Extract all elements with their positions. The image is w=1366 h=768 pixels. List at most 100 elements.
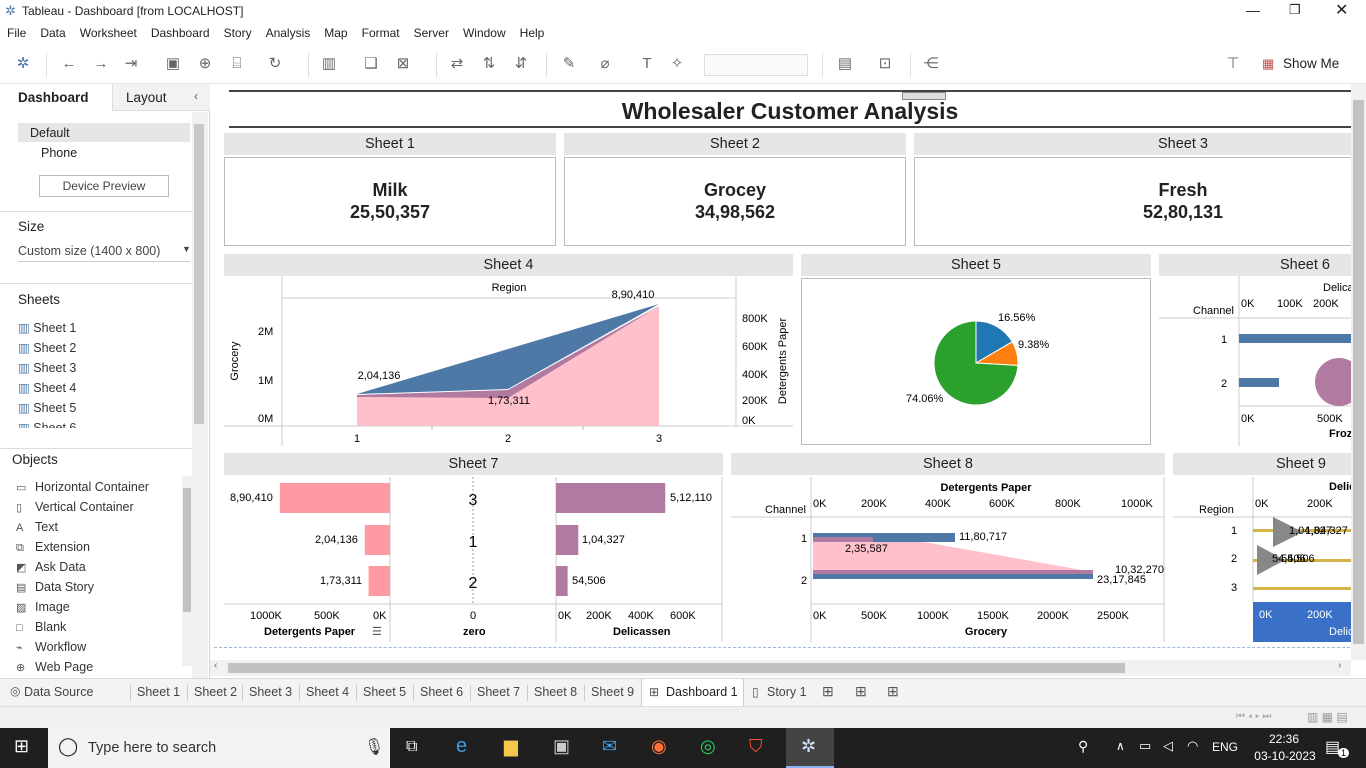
object-image[interactable]: ▨ Image	[16, 600, 70, 614]
sheet-list-item[interactable]: ▥ Sheet 6	[18, 420, 76, 428]
tab-sheet-8[interactable]: Sheet 8	[534, 685, 577, 699]
whatsapp-icon[interactable]: ◎	[700, 736, 716, 757]
collapse-pane-icon[interactable]: ‹	[194, 89, 198, 103]
new-worksheet-icon[interactable]: ⊞	[822, 683, 834, 700]
object-text[interactable]: A Text	[16, 520, 58, 534]
tab-story-1[interactable]: Story 1	[767, 685, 807, 699]
sheet7-right-bar[interactable]	[556, 483, 666, 513]
show-me-button[interactable]: Show Me	[1283, 56, 1339, 71]
sheet7-right-bar[interactable]	[556, 525, 579, 555]
menu-help[interactable]: Help	[513, 22, 552, 40]
kpi-grocey[interactable]: Grocey 34,98,562	[564, 157, 906, 246]
menu-story[interactable]: Story	[217, 22, 259, 40]
format-painter-icon[interactable]: ⊤	[1224, 56, 1242, 72]
sort-descending-icon[interactable]: ⇵	[512, 56, 530, 72]
tab-sheet-6[interactable]: Sheet 6	[420, 685, 463, 699]
share-icon[interactable]: ⋲	[922, 56, 940, 72]
sheet7-left-bar[interactable]	[279, 483, 390, 513]
left-scroll-thumb[interactable]	[194, 124, 204, 424]
view-icon[interactable]: ▥ ▦ ▤	[1307, 710, 1348, 724]
tab-data-source[interactable]: Data Source	[24, 685, 93, 699]
tab-dashboard[interactable]: Dashboard	[18, 90, 89, 105]
fit-dropdown[interactable]	[704, 54, 808, 76]
new-worksheet-icon[interactable]: ▥	[320, 56, 338, 72]
object-extension[interactable]: ⧉ Extension	[16, 540, 90, 555]
presentation-mode-icon[interactable]: ⊡	[876, 56, 894, 72]
sheet-list-item[interactable]: ▥ Sheet 2	[18, 340, 76, 355]
horizontal-scroll-thumb[interactable]	[228, 663, 1125, 673]
sheet8-purple-1[interactable]	[813, 537, 873, 542]
windows-start-icon[interactable]: ⊞	[14, 736, 29, 757]
refresh-icon[interactable]: ↻	[266, 56, 284, 72]
volume-icon[interactable]: ◁	[1163, 738, 1173, 754]
menu-worksheet[interactable]: Worksheet	[73, 22, 144, 40]
nav-first-icon[interactable]: ⏮ ◂ ▸ ⏭	[1236, 711, 1271, 722]
object-blank[interactable]: □ Blank	[16, 620, 66, 634]
object-horizontal-container[interactable]: ▭ Horizontal Container	[16, 480, 149, 494]
restore-icon[interactable]: ❐	[1289, 2, 1301, 18]
device-phone[interactable]: Phone	[41, 146, 77, 160]
menu-map[interactable]: Map	[317, 22, 354, 40]
device-default[interactable]: Default	[18, 123, 190, 142]
sheet7-chart[interactable]: 3 1 2 8,90,410 2,04,136 1,73,311 5,12,11…	[224, 477, 724, 642]
show-cards-icon[interactable]: ▤	[836, 56, 854, 72]
language-indicator[interactable]: ENG	[1212, 740, 1238, 754]
group-icon[interactable]: ⌀	[596, 56, 614, 72]
menu-dashboard[interactable]: Dashboard	[144, 22, 217, 40]
wifi-icon[interactable]: ◠	[1187, 738, 1198, 754]
object-data-story[interactable]: ▤ Data Story	[16, 580, 94, 594]
sheet8-bar-2[interactable]	[813, 574, 1093, 579]
tab-layout[interactable]: Layout	[126, 90, 167, 105]
object-vertical-container[interactable]: ▯ Vertical Container	[16, 500, 134, 514]
clear-sheet-icon[interactable]: ⊠	[394, 56, 412, 72]
close-icon[interactable]: ✕	[1335, 0, 1348, 20]
object-web-page[interactable]: ⊕ Web Page	[16, 660, 93, 674]
objects-scroll-thumb[interactable]	[183, 488, 191, 612]
vertical-scrollbar[interactable]	[1351, 84, 1366, 660]
sort-ascending-icon[interactable]: ⇅	[480, 56, 498, 72]
label-icon[interactable]: T	[638, 56, 656, 72]
sheet7-right-bar[interactable]	[556, 566, 568, 596]
menu-file[interactable]: File	[0, 22, 33, 40]
dashboard-title-box[interactable]: Wholesaler Customer Analysis	[229, 90, 1351, 128]
task-view-icon[interactable]: ⧉	[406, 738, 417, 756]
sheet4-chart[interactable]: Region Grocery Detergents Paper 2M 1M 0M 8…	[224, 276, 793, 446]
sheet7-left-bar[interactable]	[364, 525, 390, 555]
sheet6-bar-1[interactable]	[1239, 334, 1351, 343]
clock-date[interactable]: 03-10-2023	[1254, 749, 1316, 763]
brave-icon[interactable]: ⛉	[749, 736, 763, 757]
drag-handle[interactable]	[902, 92, 946, 100]
sheet-list-item[interactable]: ▥ Sheet 1	[18, 320, 76, 335]
chevron-up-icon[interactable]: ∧	[1116, 739, 1125, 753]
kpi-fresh[interactable]: Fresh 52,80,131	[914, 157, 1351, 246]
sheet8-chart[interactable]: Detergents Paper Channel 0K 200K 400K 600K 8…	[731, 477, 1165, 642]
sheet6-circle[interactable]	[1315, 358, 1351, 406]
undo-icon[interactable]: ←	[60, 56, 78, 72]
microphone-icon[interactable]: 🎙	[364, 737, 384, 757]
sheet7-left-bar[interactable]	[368, 566, 390, 596]
people-icon[interactable]: ⚲	[1078, 738, 1088, 755]
tab-sheet-3[interactable]: Sheet 3	[249, 685, 292, 699]
tableau-home-icon[interactable]: ✲	[14, 56, 32, 72]
clock-time[interactable]: 22:36	[1260, 732, 1308, 746]
swap-icon[interactable]: ⇄	[448, 56, 466, 72]
replay-icon[interactable]: ⇥	[122, 56, 140, 72]
chevron-down-icon[interactable]: ▼	[182, 244, 191, 254]
pause-updates-icon[interactable]: ⌸	[228, 56, 246, 72]
size-dropdown[interactable]: Custom size (1400 x 800)	[18, 244, 160, 258]
sheet-list-item[interactable]: ▥ Sheet 3	[18, 360, 76, 375]
new-story-icon[interactable]: ⊞	[887, 683, 899, 700]
save-icon[interactable]: ▣	[164, 56, 182, 72]
mail-icon[interactable]: ✉	[602, 736, 617, 757]
scroll-right-icon[interactable]: ›	[1338, 660, 1341, 671]
sheet9-line-3[interactable]	[1253, 587, 1351, 590]
new-data-source-icon[interactable]: ⊕	[196, 56, 214, 72]
menu-analysis[interactable]: Analysis	[259, 22, 318, 40]
battery-icon[interactable]: ▭	[1139, 738, 1151, 754]
sheet-list-item[interactable]: ▥ Sheet 5	[18, 400, 76, 415]
menu-server[interactable]: Server	[407, 22, 456, 40]
sheet-list-item[interactable]: ▥ Sheet 4	[18, 380, 76, 395]
show-me-icon[interactable]: ▦	[1262, 56, 1274, 72]
menu-format[interactable]: Format	[355, 22, 407, 40]
tab-sheet-7[interactable]: Sheet 7	[477, 685, 520, 699]
